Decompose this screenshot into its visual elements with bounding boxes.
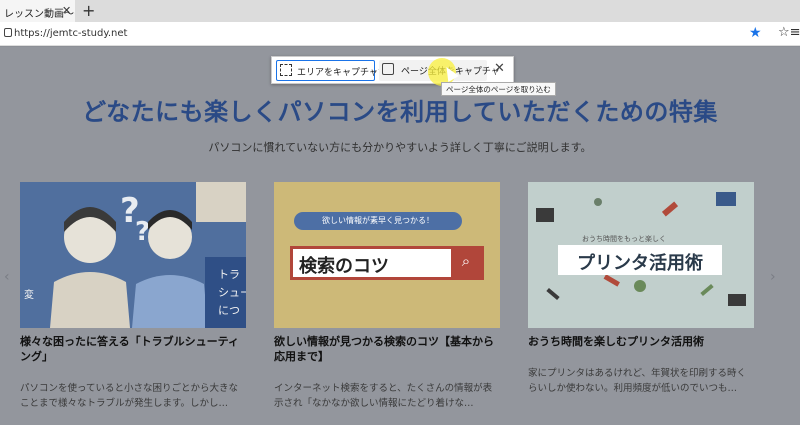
url-text[interactable]: https://jemtc-study.net xyxy=(14,28,127,39)
card-description: 家にプリンタはあるけれど、年賀状を印刷する時くらいしか使わない。利用頻度が低いの… xyxy=(528,368,747,394)
close-icon[interactable]: ✕ xyxy=(62,4,71,17)
tooltip: ページ全体のページを取り込む xyxy=(441,82,556,96)
card-title[interactable]: おうち時間を楽しむプリンタ活用術 xyxy=(528,334,754,349)
close-icon[interactable]: ✕ xyxy=(494,61,505,76)
magnifier-icon: ⌕ xyxy=(451,249,481,277)
image-search-text: 検索のコツ xyxy=(299,256,389,277)
lock-icon xyxy=(4,28,12,37)
feature-card-search-tips[interactable]: 欲しい情報が素早く見つかる！ 検索のコツ ⌕ 欲しい情報が見つかる検索のコツ【基… xyxy=(274,182,500,411)
trouble-illustration-icon[interactable]: ? ? トラ シュー につ 変 xyxy=(20,182,246,328)
select-area-icon xyxy=(280,64,292,76)
card-description: パソコンを使っていると小さな困りごとから大きなことまで様々なトラブルが発生します… xyxy=(20,383,239,409)
card-title[interactable]: 欲しい情報が見つかる検索のコツ【基本から応用まで】 xyxy=(274,334,500,364)
full-page-icon xyxy=(382,63,394,75)
page-headline: どなたにも楽しくパソコンを利用していただくための特集 xyxy=(82,98,718,126)
card-description: インターネット検索をすると、たくさんの情報が表示され「なかなか欲しい情報にたどり… xyxy=(274,383,493,409)
svg-text:?: ? xyxy=(135,217,150,247)
printer-illustration-icon[interactable]: おうち時間をもっと楽しく プリンタ活用術 xyxy=(528,182,754,328)
card-title[interactable]: 様々な困ったに答える「トラブルシューティング」 xyxy=(20,334,246,364)
image-banner: おうち時間をもっと楽しく xyxy=(582,235,666,243)
new-tab-button[interactable]: + xyxy=(82,1,95,20)
image-caption: トラ シュー につ xyxy=(218,268,246,317)
search-illustration-icon[interactable]: 欲しい情報が素早く見つかる！ 検索のコツ ⌕ xyxy=(274,182,500,328)
image-searchbox: 検索のコツ ⌕ xyxy=(290,246,484,280)
image-title: プリンタ活用術 xyxy=(558,245,722,275)
page-subline: パソコンに慣れていない方にも分かりやすいよう詳しく丁寧にご説明します。 xyxy=(208,141,592,154)
tab-bar: レッスン動画～もっ ✕ + xyxy=(0,0,800,22)
image-banner: 欲しい情報が素早く見つかる！ xyxy=(294,212,462,230)
address-bar[interactable]: https://jemtc-study.net ★ ☆≡ xyxy=(0,22,800,46)
image-caption-2: 変 xyxy=(24,290,34,301)
feature-card-troubleshooting[interactable]: ? ? トラ シュー につ 変 様々な困ったに答える「トラブルシューティング」 … xyxy=(20,182,246,411)
browser-tab[interactable]: レッスン動画～もっ ✕ xyxy=(0,0,75,22)
web-capture-toolbar: エリアをキャプチャする ページ全体をキャプチャ ✕ xyxy=(271,56,514,84)
capture-area-button[interactable]: エリアをキャプチャする xyxy=(276,60,396,81)
favorite-star-icon[interactable]: ★ xyxy=(749,25,762,41)
prev-arrow-icon[interactable]: ‹ xyxy=(4,269,10,285)
page-content: どなたにも楽しくパソコンを利用していただくための特集 パソコンに慣れていない方に… xyxy=(0,47,800,425)
next-arrow-icon[interactable]: › xyxy=(770,269,776,285)
favorites-icon[interactable]: ☆≡ xyxy=(778,25,800,40)
feature-card-printer[interactable]: おうち時間をもっと楽しく プリンタ活用術 おうち時間を楽しむプリンタ活用術 家に… xyxy=(528,182,754,396)
